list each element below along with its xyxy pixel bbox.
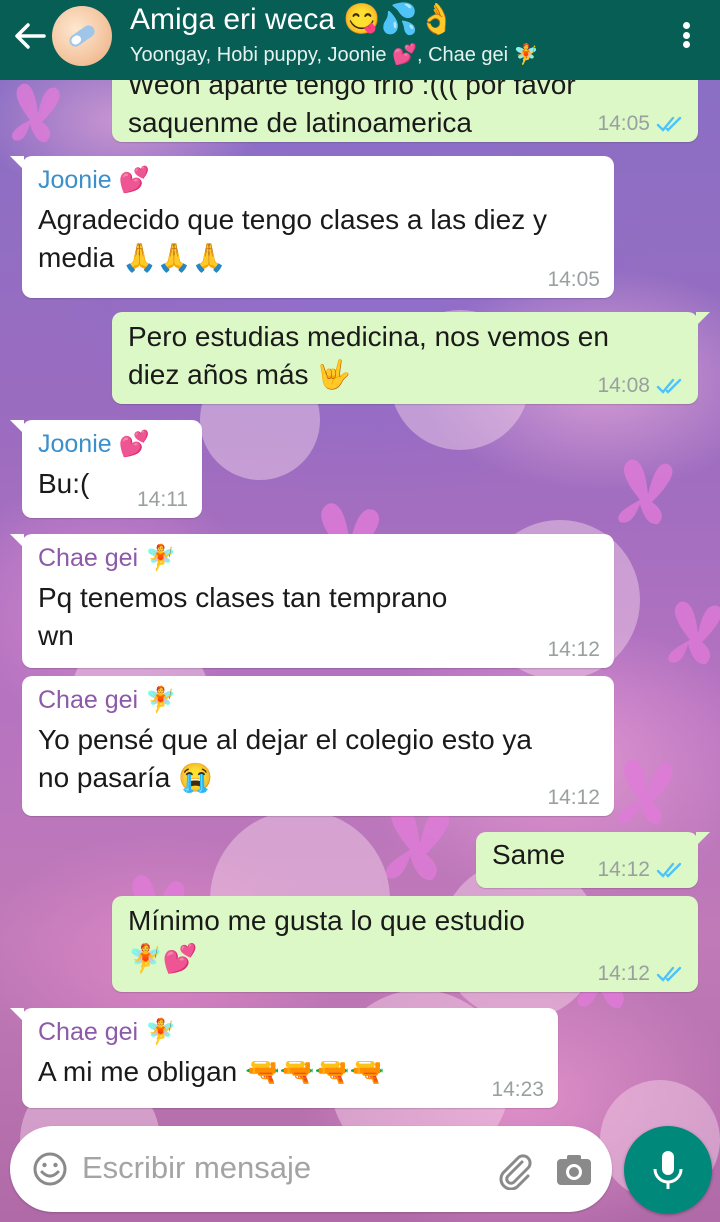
message-time: 14:12	[547, 638, 600, 661]
mic-icon	[653, 1151, 683, 1189]
message-time: 14:05	[547, 268, 600, 291]
message-bubble-incoming[interactable]: Chae gei 🧚 Pq tenemos clases tan tempran…	[10, 534, 614, 668]
message-bubble-outgoing[interactable]: Pero estudias medicina, nos vemos en die…	[112, 312, 710, 404]
message-time: 14:05	[597, 112, 650, 135]
read-ticks-icon	[656, 378, 682, 394]
menu-dots-icon[interactable]	[678, 18, 694, 52]
message-meta: 14:12	[597, 962, 684, 986]
sender-name[interactable]: Chae gei 🧚	[38, 686, 600, 715]
chat-header: Amiga eri weca 😋💦👌 Yoongay, Hobi puppy, …	[0, 0, 720, 80]
message-bubble-incoming[interactable]: Chae gei 🧚 Yo pensé que al dejar el cole…	[22, 676, 614, 816]
back-arrow-icon[interactable]	[12, 18, 48, 54]
message-bubble-outgoing[interactable]: Mínimo me gusta lo que estudio 🧚💕 14:12	[112, 896, 698, 992]
message-meta: 14:05	[547, 268, 600, 292]
message-bubble-outgoing[interactable]: Same 14:12	[476, 832, 710, 888]
message-text: Pq tenemos clases tan temprano wn	[38, 582, 448, 651]
sender-name[interactable]: Joonie 💕	[38, 430, 188, 459]
read-ticks-icon	[656, 966, 682, 982]
message-meta: 14:12	[597, 858, 684, 882]
message-text: A mi me obligan 🔫🔫🔫🔫	[38, 1056, 385, 1087]
sender-name[interactable]: Chae gei 🧚	[38, 1018, 544, 1047]
message-composer[interactable]: Escribir mensaje	[10, 1126, 612, 1212]
message-time: 14:12	[547, 786, 600, 809]
chat-participants[interactable]: Yoongay, Hobi puppy, Joonie 💕, Chae gei …	[130, 42, 539, 67]
attach-icon[interactable]	[494, 1150, 534, 1191]
message-meta: 14:05	[597, 112, 684, 136]
sender-name[interactable]: Chae gei 🧚	[38, 544, 600, 573]
message-input[interactable]: Escribir mensaje	[82, 1150, 311, 1186]
message-meta: 14:12	[547, 786, 600, 810]
message-meta: 14:23	[491, 1078, 544, 1102]
message-bubble-incoming[interactable]: Chae gei 🧚 A mi me obligan 🔫🔫🔫🔫 14:23	[10, 1008, 558, 1108]
camera-icon[interactable]	[554, 1150, 594, 1190]
message-meta: 14:08	[597, 374, 684, 398]
message-time: 14:23	[491, 1078, 544, 1101]
emoji-icon[interactable]	[32, 1151, 68, 1187]
message-bubble-incoming[interactable]: Joonie 💕 Agradecido que tengo clases a l…	[10, 156, 614, 298]
message-time: 14:12	[597, 962, 650, 985]
message-meta: 14:12	[547, 638, 600, 662]
message-meta: 14:11	[137, 488, 188, 512]
message-time: 14:11	[137, 488, 188, 511]
message-bubble-incoming[interactable]: Joonie 💕 Bu:( 14:11	[10, 420, 202, 518]
message-time: 14:08	[597, 374, 650, 397]
sender-name[interactable]: Joonie 💕	[38, 166, 600, 195]
group-avatar[interactable]	[52, 6, 112, 66]
message-time: 14:12	[597, 858, 650, 881]
read-ticks-icon	[656, 116, 682, 132]
read-ticks-icon	[656, 862, 682, 878]
message-text: Yo pensé que al dejar el colegio esto ya…	[38, 724, 532, 793]
message-text: Agradecido que tengo clases a las diez y…	[38, 204, 547, 273]
mic-button[interactable]	[624, 1126, 712, 1214]
chat-title[interactable]: Amiga eri weca 😋💦👌	[130, 2, 455, 37]
